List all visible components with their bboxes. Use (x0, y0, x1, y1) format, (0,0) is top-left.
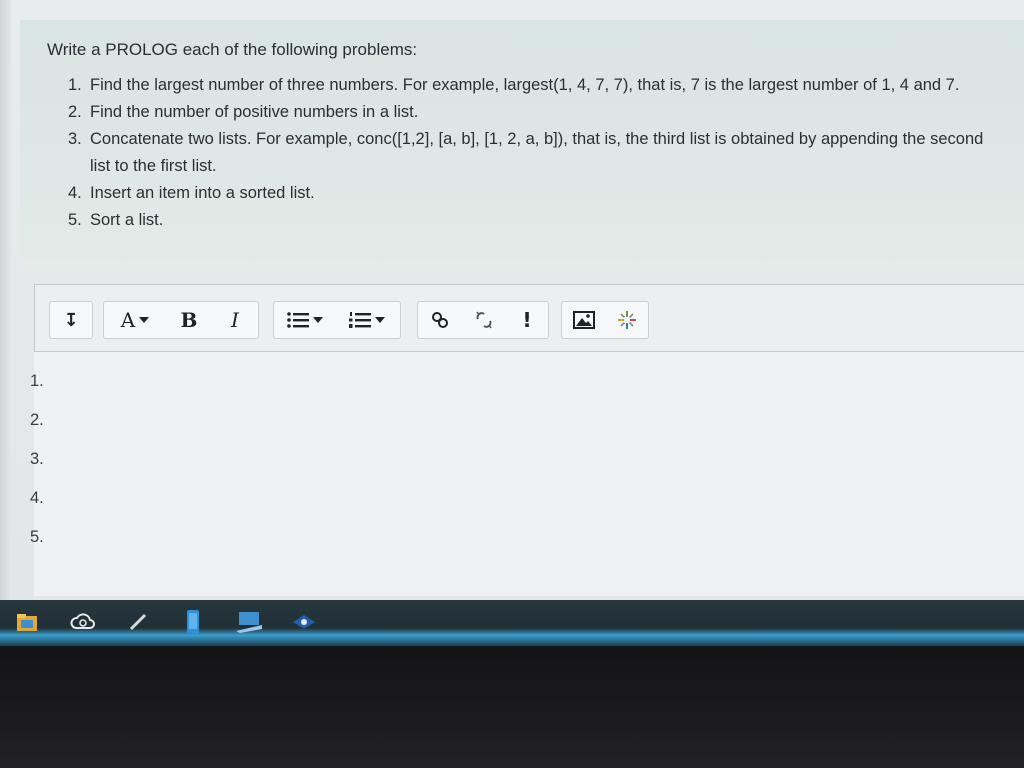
problem-item: 5. Sort a list. (68, 211, 164, 229)
remote-desktop-icon[interactable] (236, 610, 262, 634)
line-number: 3. (30, 450, 44, 468)
image-icon (572, 311, 595, 329)
exclamation-icon: ! (522, 308, 532, 332)
cloud-app-icon[interactable] (70, 610, 96, 634)
chevron-down-icon (313, 317, 323, 323)
show-more-buttons[interactable]: ↧ (50, 302, 92, 338)
pen-app-icon[interactable] (128, 610, 148, 634)
settings-app-icon[interactable] (292, 610, 316, 634)
file-explorer-icon[interactable] (16, 610, 38, 634)
unordered-list-button[interactable] (274, 302, 336, 338)
problem-text: Concatenate two lists. For example, conc… (90, 130, 984, 175)
italic-button[interactable]: I (212, 302, 258, 338)
phone-app-icon[interactable] (184, 610, 202, 634)
toolbar-group-format: A B I (103, 301, 259, 339)
italic-label: I (231, 308, 239, 332)
ordered-list-button[interactable] (336, 302, 398, 338)
line-number: 1. (30, 372, 44, 390)
font-color-label: A (120, 308, 136, 332)
toolbar-group-lists (273, 301, 401, 339)
question-panel: Write a PROLOG each of the following pro… (20, 20, 1024, 270)
screen-edge (0, 0, 12, 600)
insert-media-button[interactable] (605, 302, 648, 338)
answer-editor[interactable] (34, 352, 1024, 596)
line-number: 4. (30, 489, 44, 507)
toolbar-group-toggle: ↧ (49, 301, 93, 339)
problem-text: Find the number of positive numbers in a… (90, 103, 419, 121)
problem-item: 1. Find the largest number of three numbe… (68, 76, 960, 94)
problem-text: Find the largest number of three numbers… (90, 76, 960, 94)
line-number: 5. (30, 528, 44, 546)
answer-line-numbers: 1. 2. 3. 4. 5. (30, 372, 44, 567)
numbered-list-icon (349, 312, 371, 328)
screen-bezel (0, 646, 1024, 768)
problem-text: Sort a list. (90, 211, 164, 229)
problem-item: 4. Insert an item into a sorted list. (68, 184, 315, 202)
chevron-down-icon (139, 317, 150, 323)
problem-item: 2. Find the number of positive numbers in… (68, 103, 419, 121)
toolbar-group-media (561, 301, 649, 339)
emoji-button[interactable]: ! (506, 302, 548, 338)
collapse-icon: ↧ (63, 309, 79, 331)
link-button[interactable] (418, 302, 462, 338)
problem-item: 3. Concatenate two lists. For example, co… (68, 130, 984, 175)
bold-label: B (180, 308, 198, 332)
question-title: Write a PROLOG each of the following pro… (47, 40, 418, 59)
screen: Write a PROLOG each of the following pro… (0, 0, 1024, 600)
problem-list: 1. Find the largest number of three numbe… (68, 72, 1008, 234)
bold-button[interactable]: B (166, 302, 212, 338)
unlink-icon (476, 311, 492, 329)
font-color-button[interactable]: A (104, 302, 166, 338)
insert-image-button[interactable] (562, 302, 605, 338)
link-icon (432, 312, 448, 328)
line-number: 2. (30, 411, 44, 429)
editor-toolbar: ↧ A B I ! (34, 284, 1024, 352)
bullet-list-icon (287, 312, 309, 328)
taskbar-highlight (0, 628, 1024, 646)
problem-text: Insert an item into a sorted list. (90, 184, 315, 202)
chevron-down-icon (375, 317, 385, 323)
unlink-button[interactable] (462, 302, 506, 338)
media-icon (617, 311, 636, 329)
toolbar-group-links: ! (417, 301, 549, 339)
